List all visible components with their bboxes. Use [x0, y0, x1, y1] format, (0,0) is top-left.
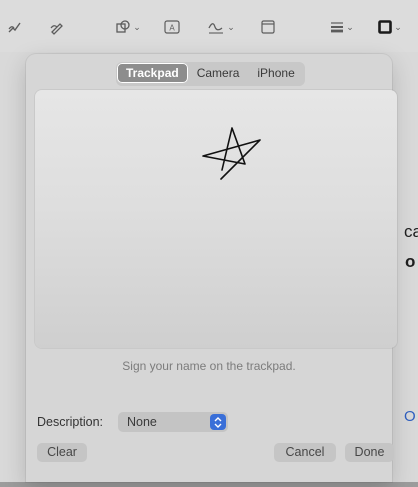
- signature-pad[interactable]: [35, 90, 397, 348]
- chevron-down-icon: ⌄: [394, 21, 402, 32]
- popup-arrows-icon: [210, 414, 226, 430]
- description-value: None: [127, 415, 157, 429]
- tab-camera[interactable]: Camera: [188, 63, 249, 83]
- page-tool-button[interactable]: [260, 16, 276, 38]
- border-color-button[interactable]: ⌄: [374, 16, 406, 38]
- line-weight-icon: [331, 22, 344, 33]
- text-box-icon: A: [164, 20, 180, 34]
- signature-source-tabs: Trackpad Camera iPhone: [116, 62, 305, 86]
- document-text-fragment: O: [404, 408, 416, 425]
- tab-iphone[interactable]: iPhone: [248, 63, 303, 83]
- draw-icon: [50, 23, 63, 35]
- border-color-icon: [378, 20, 393, 34]
- shapes-icon: [116, 20, 130, 33]
- text-tool-button[interactable]: A: [163, 16, 181, 38]
- chevron-down-icon: ⌄: [227, 21, 235, 32]
- chevron-down-icon: ⌄: [133, 21, 141, 32]
- sketch-tool-button[interactable]: [6, 16, 24, 38]
- line-style-button[interactable]: ⌄: [327, 16, 357, 38]
- document-text-fragment: o: [405, 252, 416, 271]
- description-label: Description:: [37, 415, 103, 429]
- markup-toolbar: ⌄ A ⌄ ⌄ ⌄: [0, 0, 418, 52]
- shapes-tool-button[interactable]: ⌄: [112, 16, 144, 38]
- document-text-fragment: ca: [404, 222, 418, 241]
- svg-text:A: A: [169, 24, 175, 33]
- tab-trackpad[interactable]: Trackpad: [117, 63, 188, 83]
- window-icon: [261, 20, 275, 34]
- done-button[interactable]: Done: [345, 443, 394, 462]
- sketch-icon: [8, 22, 21, 33]
- signature-stroke: [202, 127, 261, 180]
- signature-icon: [208, 23, 224, 34]
- signature-sheet: Trackpad Camera iPhone Sign your name on…: [26, 54, 397, 482]
- sign-tool-button[interactable]: ⌄: [205, 16, 237, 38]
- description-popup[interactable]: None: [118, 412, 228, 432]
- clear-button[interactable]: Clear: [37, 443, 87, 462]
- chevron-down-icon: ⌄: [346, 21, 354, 32]
- draw-tool-button[interactable]: [48, 16, 66, 38]
- signature-hint: Sign your name on the trackpad.: [122, 359, 296, 373]
- cancel-button[interactable]: Cancel: [274, 443, 336, 462]
